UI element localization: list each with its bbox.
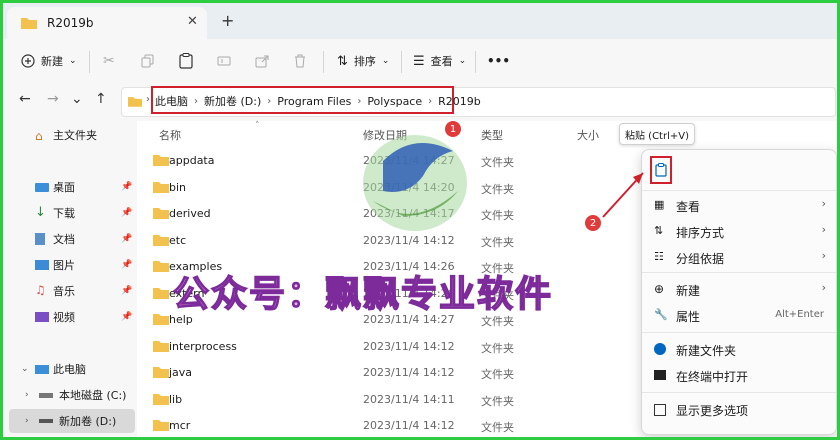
annotation-arrow [602, 172, 644, 218]
watermark-text: 公众号：飘飘专业软件 [172, 273, 554, 316]
step-badge-1: 1 [445, 121, 461, 137]
explorer-window: R2019b ✕ + 新建 ⌄ ✂ ⇅ 排序 ⌄ ☰ 查看 ⌄ ••• ← → … [3, 3, 837, 437]
step-badge-2: 2 [585, 215, 601, 231]
